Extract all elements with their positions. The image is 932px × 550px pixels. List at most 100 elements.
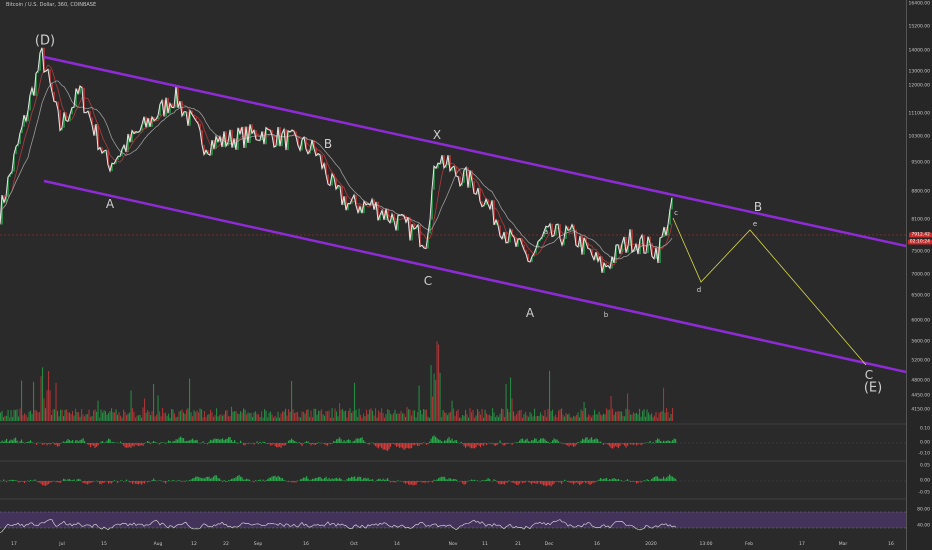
oscillator-1-bar: [463, 443, 465, 447]
volume-bar: [157, 395, 159, 421]
oscillator-1-bar: [0, 442, 2, 443]
oscillator-2-bar: [363, 478, 365, 481]
oscillator-2-bar: [585, 481, 587, 484]
volume-bar: [571, 417, 573, 421]
oscillator-1-bar: [148, 441, 150, 443]
oscillator-1-bar: [520, 438, 522, 443]
volume-bar: [454, 415, 456, 421]
volume-bar: [376, 417, 378, 421]
oscillator-1-bar: [613, 443, 615, 448]
osc2-tick: 0.05: [919, 463, 930, 469]
volume-bar: [238, 413, 240, 421]
oscillator-2-bar: [555, 481, 557, 482]
oscillator-2-bar: [264, 481, 266, 482]
oscillator-2-bar: [612, 478, 614, 481]
oscillator-1-bar: [78, 441, 80, 443]
oscillator-1-bar: [448, 437, 450, 443]
oscillator-2-bar: [63, 478, 65, 481]
oscillator-1-bar: [258, 443, 260, 445]
price-tick: 7500.00: [911, 249, 930, 255]
oscillator-1-bar: [127, 443, 129, 448]
oscillator-1-bar: [295, 441, 297, 443]
oscillator-2-bar: [9, 480, 11, 481]
volume-bar: [115, 409, 117, 421]
time-tick: Feb: [745, 542, 753, 547]
price-candles: [1, 47, 673, 273]
oscillator-2-bar: [249, 479, 251, 481]
oscillator-2-bar: [207, 476, 209, 481]
rsi-axis[interactable]: 80.00 40.00: [906, 499, 932, 550]
oscillator-2-bar: [450, 478, 452, 481]
oscillator-2-bar: [85, 481, 87, 484]
volume-bar: [576, 415, 578, 421]
oscillator-1-bar: [235, 442, 237, 443]
volume-bar: [654, 415, 656, 421]
oscillator-2-bar: [385, 479, 387, 481]
oscillator-2-bar: [279, 476, 281, 481]
price-tick: 11100.00: [908, 111, 930, 117]
oscillator-2-bar: [349, 477, 351, 481]
volume-bar: [489, 414, 491, 421]
volume-bar: [436, 341, 438, 421]
volume-bar: [559, 409, 561, 421]
volume-bar: [319, 410, 321, 421]
oscillator-2-bar: [514, 481, 516, 484]
oscillator-1-bar: [453, 441, 455, 443]
volume-bar: [334, 408, 336, 421]
volume-bar: [30, 410, 32, 421]
price-tick: 13000.00: [908, 69, 930, 75]
oscillator-2-bar: [481, 480, 483, 481]
oscillator-2-bar: [661, 478, 663, 481]
oscillator-2-bar: [499, 481, 501, 485]
oscillator-1-bar: [67, 438, 69, 443]
osc1-tick: -0.10: [918, 451, 930, 457]
volume-bar: [661, 411, 663, 421]
oscillator-1-bar: [229, 437, 231, 443]
oscillator-2-bar: [229, 479, 231, 481]
oscillator-1-axis[interactable]: 0.10 0.00 -0.10: [906, 424, 932, 461]
oscillator-2-axis[interactable]: 0.05 0.00 -0.05: [906, 461, 932, 499]
volume-bar: [519, 410, 521, 421]
oscillator-1-bar: [100, 441, 102, 443]
price-axis[interactable]: 16400.00 15200.00 14000.00 13000.00 1200…: [906, 0, 932, 424]
oscillator-2-bar: [505, 481, 507, 483]
oscillator-1-bar: [369, 443, 371, 445]
volume-bar: [529, 412, 531, 421]
oscillator-1-bar: [657, 438, 659, 443]
volume-bar: [139, 414, 141, 421]
volume-bar: [403, 413, 405, 421]
oscillator-1-bar: [6, 438, 8, 443]
oscillator-2-bar: [67, 479, 69, 481]
chart-canvas[interactable]: [0, 0, 906, 550]
volume-bar: [432, 396, 434, 421]
volume-bar: [546, 416, 548, 421]
oscillator-2-bar: [25, 481, 27, 482]
volume-bar: [69, 412, 71, 421]
oscillator-2-bar: [99, 481, 101, 484]
volume-bar: [235, 411, 237, 421]
volume-bar: [651, 413, 653, 421]
volume-bar: [126, 415, 128, 421]
oscillator-1-bar: [537, 441, 539, 443]
volume-bar: [313, 408, 315, 421]
oscillator-2-bar: [543, 481, 545, 486]
volume-bar: [484, 409, 486, 421]
oscillator-1-bar: [178, 437, 180, 443]
volume-bar: [304, 413, 306, 421]
oscillator-1-bar: [414, 443, 416, 446]
oscillator-2-bar: [244, 479, 246, 481]
oscillator-2-bar: [103, 481, 105, 484]
volume-bar: [453, 408, 455, 421]
oscillator-2-bar: [87, 481, 89, 485]
oscillator-1-bar: [261, 443, 263, 444]
oscillator-2-bar: [312, 478, 314, 481]
time-tick: Aug: [153, 542, 163, 547]
oscillator-2-bar: [423, 481, 425, 483]
oscillator-2-bar: [117, 481, 119, 483]
oscillator-1-bar: [558, 441, 560, 443]
volume-bar: [201, 409, 203, 421]
oscillator-1-bar: [606, 443, 608, 444]
oscillator-2-bar: [259, 479, 261, 481]
volume-bar: [268, 412, 270, 421]
oscillator-1-bar: [594, 439, 596, 443]
